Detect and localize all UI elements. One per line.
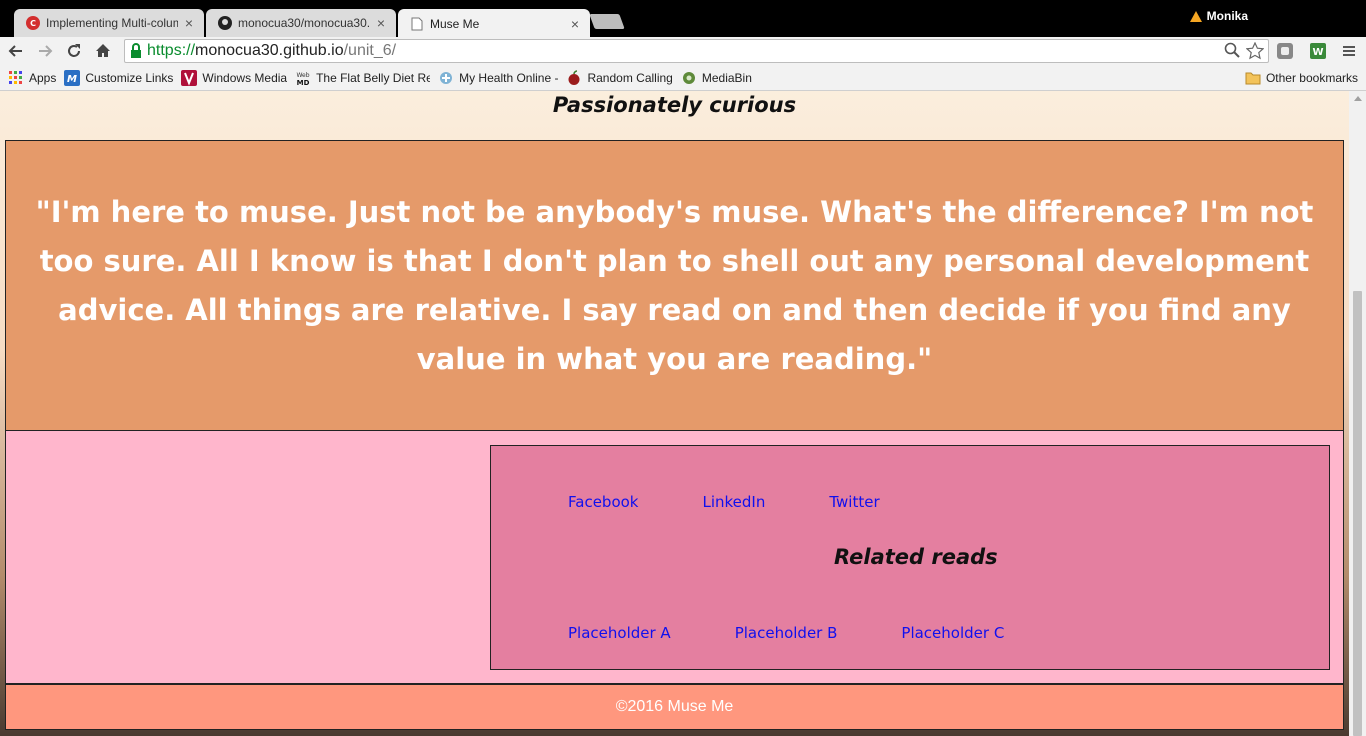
menu-icon[interactable] xyxy=(1338,40,1360,62)
placeholder-a-link[interactable]: Placeholder A xyxy=(568,624,671,642)
page-icon xyxy=(410,17,424,31)
quote-text: "I'm here to muse. Just not be anybody's… xyxy=(35,194,1314,376)
placeholder-c-link[interactable]: Placeholder C xyxy=(901,624,1004,642)
bookmark-other[interactable]: Other bookmarks xyxy=(1245,70,1358,86)
placeholder-b-link[interactable]: Placeholder B xyxy=(735,624,838,642)
bookmark-label: Windows Media xyxy=(202,70,288,85)
facebook-link[interactable]: Facebook xyxy=(568,493,638,511)
svg-text:W: W xyxy=(1312,47,1323,58)
tab-title: Implementing Multi-colum xyxy=(46,16,178,30)
scroll-up-icon[interactable] xyxy=(1354,96,1362,101)
new-tab-button[interactable] xyxy=(589,14,625,29)
bookmark-label: MediaBin xyxy=(701,70,752,85)
content-section: Facebook LinkedIn Twitter Related reads … xyxy=(5,430,1344,684)
bookmark-random-calling[interactable]: Random Calling xyxy=(566,69,673,86)
address-bar[interactable]: https://monocua30.github.io/unit_6/ xyxy=(124,39,1269,63)
mediabin-icon xyxy=(681,70,697,86)
url-host: monocua30.github.io xyxy=(195,42,344,59)
windows-media-icon xyxy=(181,69,198,86)
tab-muse-me[interactable]: Muse Me × xyxy=(398,9,590,38)
links-panel: Facebook LinkedIn Twitter Related reads … xyxy=(490,445,1330,670)
tab-implementing-multi-column[interactable]: C Implementing Multi-colum × xyxy=(14,9,204,37)
tab-title: Muse Me xyxy=(430,16,480,31)
bookmark-label: Customize Links xyxy=(85,70,174,85)
codecademy-icon: C xyxy=(26,16,40,30)
forward-button[interactable] xyxy=(32,38,58,64)
bookmark-my-health-online[interactable]: My Health Online - xyxy=(438,70,558,86)
warning-icon xyxy=(1189,10,1202,22)
profile-button[interactable]: Monika xyxy=(1189,9,1248,23)
scrollbar-thumb[interactable] xyxy=(1353,291,1362,736)
social-links: Facebook LinkedIn Twitter xyxy=(568,493,880,511)
svg-text:M: M xyxy=(67,74,77,85)
bookmark-label: Random Calling xyxy=(587,70,673,85)
bookmark-flat-belly[interactable]: Web MD The Flat Belly Diet Rev xyxy=(295,70,431,86)
svg-text:Web: Web xyxy=(297,72,310,79)
svg-text:C: C xyxy=(30,19,36,28)
forward-arrow-icon xyxy=(39,45,53,57)
bookmark-apps[interactable]: Apps xyxy=(8,70,56,86)
close-icon[interactable]: × xyxy=(182,16,196,30)
back-arrow-icon xyxy=(8,45,22,57)
page-tagline: Passionately curious xyxy=(552,93,797,117)
browser-toolbar: https://monocua30.github.io/unit_6/ W xyxy=(0,37,1366,65)
twitter-link[interactable]: Twitter xyxy=(829,493,879,511)
reload-button[interactable] xyxy=(61,38,87,64)
extension-shield-icon[interactable]: W xyxy=(1307,40,1329,62)
zoom-icon[interactable] xyxy=(1224,42,1240,65)
close-icon[interactable]: × xyxy=(568,17,582,31)
related-reads-heading: Related reads xyxy=(834,545,998,569)
bookmark-windows-media[interactable]: Windows Media xyxy=(181,69,288,86)
page-viewport: Passionately curious "I'm here to muse. … xyxy=(0,91,1349,736)
page-scrollbar[interactable] xyxy=(1349,91,1366,736)
page-footer: ©2016 Muse Me xyxy=(5,684,1344,730)
bookmark-label: My Health Online - xyxy=(459,70,559,85)
bookmark-label: The Flat Belly Diet Rev xyxy=(316,70,431,85)
svg-text:MD: MD xyxy=(297,79,310,86)
webmd-icon: Web MD xyxy=(295,70,311,86)
close-icon[interactable]: × xyxy=(374,16,388,30)
bookmark-label: Other bookmarks xyxy=(1265,71,1358,85)
back-button[interactable] xyxy=(3,38,29,64)
tab-github[interactable]: monocua30/monocua30.g × xyxy=(206,9,396,37)
bookmark-mediabin[interactable]: MediaBin xyxy=(681,70,752,86)
bookmark-label: Apps xyxy=(29,70,57,85)
quote-section: "I'm here to muse. Just not be anybody's… xyxy=(5,140,1344,431)
home-icon xyxy=(96,44,110,57)
apps-grid-icon xyxy=(8,70,24,86)
profile-name: Monika xyxy=(1206,9,1248,23)
health-icon xyxy=(438,70,454,86)
extension-icon[interactable] xyxy=(1274,40,1296,62)
bookmark-star-icon[interactable] xyxy=(1245,41,1265,65)
reload-icon xyxy=(68,44,80,57)
folder-icon xyxy=(1245,70,1261,86)
lock-icon xyxy=(129,43,143,59)
tab-title: monocua30/monocua30.g xyxy=(238,16,370,30)
tab-strip: C Implementing Multi-colum × monocua30/m… xyxy=(0,0,1366,38)
bookmark-customize-links[interactable]: M Customize Links xyxy=(64,69,174,86)
url-scheme: https:// xyxy=(147,42,196,59)
github-icon xyxy=(218,16,232,30)
apple-icon xyxy=(566,69,582,86)
bookmarks-bar: Apps M Customize Links Windows Media Web… xyxy=(0,65,1366,91)
copyright-text: ©2016 Muse Me xyxy=(615,698,734,715)
home-button[interactable] xyxy=(90,38,116,64)
related-links: Placeholder A Placeholder B Placeholder … xyxy=(568,624,1004,642)
customize-links-icon: M xyxy=(64,69,81,86)
url-path: /unit_6/ xyxy=(343,42,397,59)
linkedin-link[interactable]: LinkedIn xyxy=(702,493,765,511)
